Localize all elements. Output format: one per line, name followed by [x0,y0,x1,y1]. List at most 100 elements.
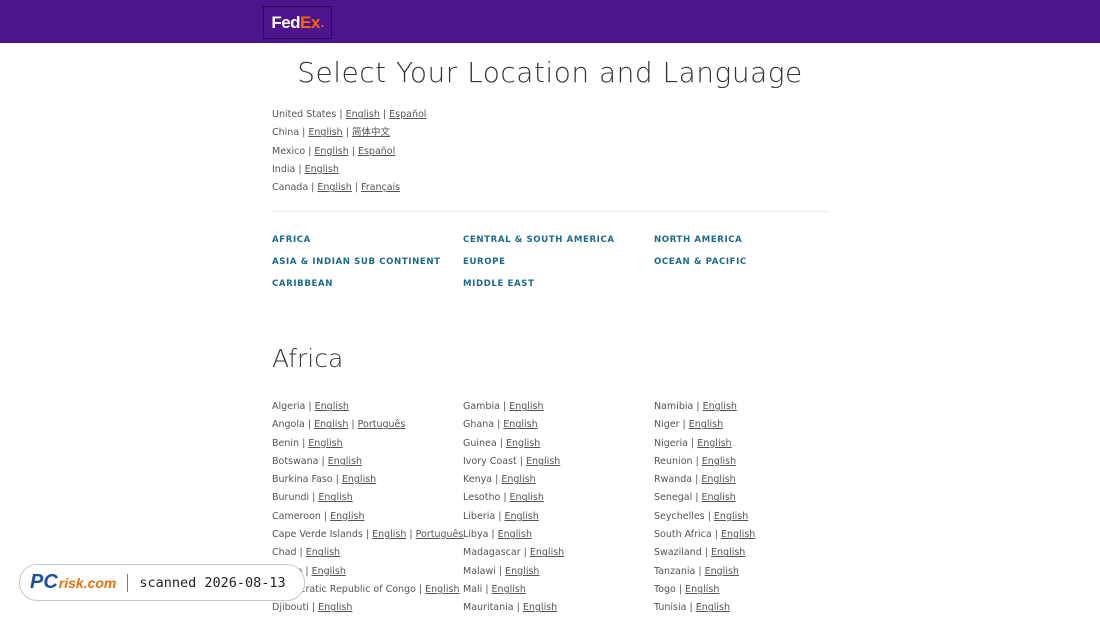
language-link[interactable]: English [711,547,745,558]
language-link[interactable]: English [505,566,539,577]
language-link[interactable]: English [509,401,543,412]
language-link[interactable]: Español [389,109,426,120]
language-link[interactable]: English [705,566,739,577]
language-link[interactable]: English [308,127,342,138]
language-link[interactable]: English [305,164,339,175]
language-link[interactable]: English [721,529,755,540]
fedex-logo[interactable]: Fed Ex. [263,6,332,39]
featured-locations-list: United States | English | Español China |… [272,108,426,199]
language-link[interactable]: English [308,438,342,449]
location-row-lesotho: Lesotho | English [463,492,544,504]
location-row-south-africa: South Africa | English [654,529,756,541]
language-link[interactable]: English [702,456,736,467]
region-link-ocean-pacific[interactable]: OCEAN & PACIFIC [654,257,747,267]
language-link[interactable]: 简体中文 [352,127,390,138]
region-link-middle-east[interactable]: MIDDLE EAST [463,279,535,289]
language-link[interactable]: English [314,146,348,157]
language-link[interactable]: English [372,529,406,540]
location-row-senegal: Senegal | English [654,492,736,504]
country-name: Nigeria [654,437,688,449]
country-name: Tanzania [654,565,696,577]
africa-section-title: Africa [272,344,344,373]
location-row-algeria: Algeria | English [272,401,349,412]
region-link-asia[interactable]: ASIA & INDIAN SUB CONTINENT [272,257,441,267]
language-link[interactable]: English [318,602,352,613]
language-link[interactable]: English [503,419,537,430]
language-link[interactable]: English [492,584,526,595]
language-link[interactable]: English [314,419,348,430]
pcrisk-logo: PC risk.com [30,571,116,594]
location-row-ghana: Ghana | English [463,419,538,431]
country-name: China [272,127,300,139]
location-row-china: China | English | 简体中文 [272,127,390,139]
pcrisk-logo-risk: risk.com [58,574,117,591]
location-row-swaziland: Swaziland | English [654,547,746,559]
country-name: Senegal [654,492,693,504]
language-link[interactable]: English [506,438,540,449]
location-row-gambia: Gambia | English [463,401,544,412]
country-name: Libya [463,529,489,541]
region-link-central-south-america[interactable]: CENTRAL & SOUTH AMERICA [463,235,615,245]
country-name: Djibouti [272,602,309,614]
language-link[interactable]: English [317,182,351,193]
language-link[interactable]: English [530,547,564,558]
africa-column-2: Gambia | English Ghana | English Guinea | … [463,400,564,619]
language-link[interactable]: English [501,474,535,485]
language-link[interactable]: English [685,584,719,595]
language-link[interactable]: English [701,492,735,503]
country-name: Seychelles [654,510,705,522]
language-link[interactable]: English [330,511,364,522]
country-name: Mexico [272,145,306,157]
region-link-africa[interactable]: AFRICA [272,235,311,245]
language-link[interactable]: English [697,438,731,449]
logo-dot: . [320,15,324,30]
location-row-benin: Benin | English [272,437,343,449]
location-row-rwanda: Rwanda | English [654,474,736,486]
location-row-niger: Niger | English [654,419,724,431]
language-link[interactable]: English [703,401,737,412]
language-link[interactable]: English [315,401,349,412]
header-bar: Fed Ex. [0,0,1100,43]
location-row-mali: Mali | English [463,583,526,595]
page-title: Select Your Location and Language [297,56,803,89]
language-link[interactable]: English [714,511,748,522]
location-row-tunisia: Tunisia | English [654,602,731,614]
language-link[interactable]: English [342,474,376,485]
language-link[interactable]: English [312,566,346,577]
country-name: Mali [463,583,483,595]
country-name: Malawi [463,565,496,577]
country-name: Reunion [654,455,693,467]
language-link[interactable]: English [504,511,538,522]
country-name: Niger [654,419,680,431]
language-link[interactable]: English [523,602,557,613]
language-link[interactable]: English [425,584,459,595]
language-link[interactable]: English [510,492,544,503]
logo-ex-text: Ex [300,12,320,32]
location-row-cameroon: Cameroon | English [272,510,365,522]
region-link-caribbean[interactable]: CARIBBEAN [272,279,333,289]
language-link[interactable]: Français [361,182,400,193]
location-row-seychelles: Seychelles | English [654,510,749,522]
language-link[interactable]: English [526,456,560,467]
country-name: Algeria [272,401,306,412]
region-link-europe[interactable]: EUROPE [463,257,506,267]
language-link[interactable]: English [498,529,532,540]
language-link[interactable]: English [306,547,340,558]
language-link[interactable]: Português [416,529,464,540]
location-row-liberia: Liberia | English [463,510,539,522]
language-link[interactable]: English [346,109,380,120]
country-name: Ivory Coast [463,455,517,467]
country-name: Burkina Faso [272,474,333,486]
location-row-nigeria: Nigeria | English [654,437,732,449]
country-name: South Africa [654,529,712,541]
language-link[interactable]: English [689,419,723,430]
language-link[interactable]: Português [358,419,406,430]
region-link-north-america[interactable]: NORTH AMERICA [654,235,742,245]
language-link[interactable]: English [318,492,352,503]
language-link[interactable]: English [701,474,735,485]
country-name: Guinea [463,437,497,449]
language-link[interactable]: English [696,602,730,613]
language-link[interactable]: Español [358,146,395,157]
language-link[interactable]: English [328,456,362,467]
country-name: Lesotho [463,492,501,504]
